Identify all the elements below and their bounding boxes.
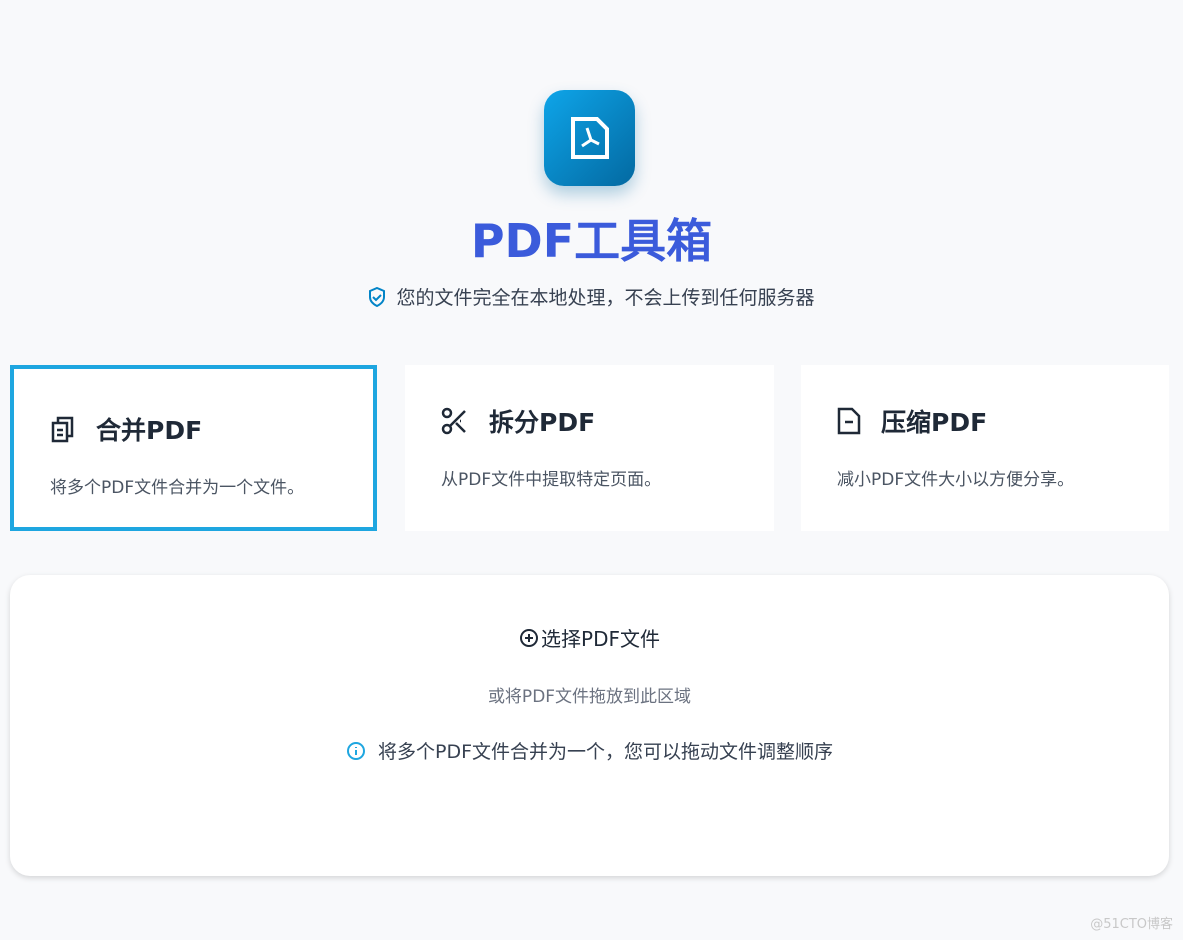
tool-desc: 从PDF文件中提取特定页面。 [441, 465, 738, 490]
shield-check-icon [368, 287, 386, 307]
drop-hint: 或将PDF文件拖放到此区域 [10, 682, 1169, 707]
tool-card-merge[interactable]: 合并PDF 将多个PDF文件合并为一个文件。 [10, 365, 377, 531]
scissors-icon [441, 407, 469, 435]
tool-desc: 将多个PDF文件合并为一个文件。 [50, 473, 337, 498]
tool-label: 压缩PDF [881, 403, 987, 439]
app-title: PDF工具箱 [0, 205, 1183, 271]
info-text: 将多个PDF文件合并为一个，您可以拖动文件调整顺序 [378, 737, 833, 764]
watermark: @51CTO博客 [1090, 913, 1173, 932]
select-label: 选择PDF文件 [541, 623, 660, 652]
tool-label: 合并PDF [96, 411, 202, 447]
tool-desc: 减小PDF文件大小以方便分享。 [837, 465, 1133, 490]
info-note: 将多个PDF文件合并为一个，您可以拖动文件调整顺序 [10, 737, 1169, 764]
plus-circle-icon [519, 628, 539, 648]
select-pdf-button[interactable]: 选择PDF文件 [519, 623, 660, 652]
file-minus-icon [837, 407, 861, 435]
pdf-logo-icon [544, 90, 635, 186]
info-icon [346, 741, 366, 761]
tool-label: 拆分PDF [489, 403, 595, 439]
copy-icon [50, 415, 76, 443]
tool-card-split[interactable]: 拆分PDF 从PDF文件中提取特定页面。 [405, 365, 774, 531]
tool-card-compress[interactable]: 压缩PDF 减小PDF文件大小以方便分享。 [801, 365, 1169, 531]
privacy-note: 您的文件完全在本地处理，不会上传到任何服务器 [0, 283, 1183, 310]
privacy-text: 您的文件完全在本地处理，不会上传到任何服务器 [396, 283, 814, 310]
drop-zone[interactable]: 选择PDF文件 或将PDF文件拖放到此区域 将多个PDF文件合并为一个，您可以拖… [10, 575, 1169, 876]
